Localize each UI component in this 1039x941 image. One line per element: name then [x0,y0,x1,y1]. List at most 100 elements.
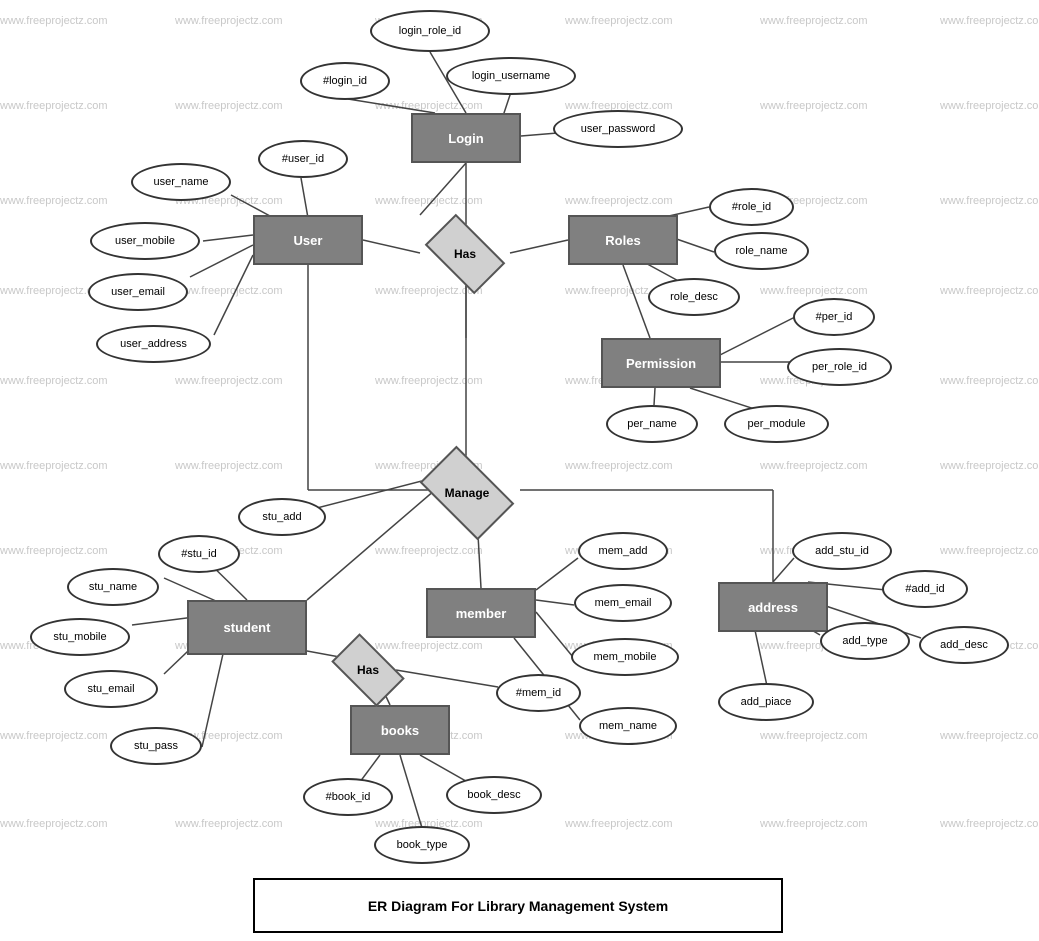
relationship-has2-label: Has [357,663,379,677]
watermark: www.freeprojectz.com [175,818,283,830]
attr-add-desc-label: add_desc [940,639,988,651]
entity-address: address [718,582,828,632]
attr-per-module-label: per_module [747,418,805,430]
watermark: www.freeprojectz.com [0,730,108,742]
attr-per-module: per_module [724,405,829,443]
attr-stu-email: stu_email [64,670,158,708]
relationship-has1-label: Has [454,247,476,261]
attr-mem-email-label: mem_email [595,597,652,609]
attr-add-type-label: add_type [842,635,887,647]
watermark: www.freeprojectz.com [940,375,1039,387]
attr-role-id: #role_id [709,188,794,226]
attr-mem-add: mem_add [578,532,668,570]
watermark: www.freeprojectz.com [565,15,673,27]
caption-box: ER Diagram For Library Management System [253,878,783,933]
watermark: www.freeprojectz.com [0,100,108,112]
entity-books-label: books [381,723,419,738]
entity-roles: Roles [568,215,678,265]
entity-student-label: student [224,620,271,635]
attr-role-name: role_name [714,232,809,270]
entity-permission-label: Permission [626,356,696,371]
relationship-manage: Manage [417,463,517,523]
attr-stu-email-label: stu_email [87,683,134,695]
watermark: www.freeprojectz.com [175,375,283,387]
watermark: www.freeprojectz.com [760,730,868,742]
attr-book-id-label: #book_id [326,791,371,803]
watermark: www.freeprojectz.com [565,818,673,830]
attr-per-role-id: per_role_id [787,348,892,386]
watermark: www.freeprojectz.com [760,460,868,472]
attr-user-name-label: user_name [153,176,208,188]
entity-user: User [253,215,363,265]
caption-text: ER Diagram For Library Management System [368,898,668,914]
watermark: www.freeprojectz.com [760,285,868,297]
watermark: www.freeprojectz.com [0,460,108,472]
attr-role-desc: role_desc [648,278,740,316]
attr-stu-add: stu_add [238,498,326,536]
entity-login-label: Login [448,131,483,146]
attr-login-role-id-label: login_role_id [399,25,461,37]
relationship-has2: Has [328,645,408,695]
attr-user-name: user_name [131,163,231,201]
watermark: www.freeprojectz.com [175,100,283,112]
attr-login-username-label: login_username [472,70,550,82]
attr-login-id: #login_id [300,62,390,100]
watermark: www.freeprojectz.com [375,545,483,557]
attr-role-name-label: role_name [736,245,788,257]
watermark: www.freeprojectz.com [940,100,1039,112]
attr-mem-email: mem_email [574,584,672,622]
watermark: www.freeprojectz.com [0,818,108,830]
watermark: www.freeprojectz.com [565,195,673,207]
attr-add-stu-id-label: add_stu_id [815,545,869,557]
attr-add-stu-id: add_stu_id [792,532,892,570]
watermark: www.freeprojectz.com [0,375,108,387]
watermark: www.freeprojectz.com [940,460,1039,472]
entity-user-label: User [294,233,323,248]
attr-add-type: add_type [820,622,910,660]
watermark: www.freeprojectz.com [940,818,1039,830]
attr-stu-mobile: stu_mobile [30,618,130,656]
attr-mem-id-label: #mem_id [516,687,561,699]
watermark: www.freeprojectz.com [175,285,283,297]
watermark: www.freeprojectz.com [940,730,1039,742]
watermark: www.freeprojectz.com [940,545,1039,557]
attr-add-desc: add_desc [919,626,1009,664]
attr-book-type: book_type [374,826,470,864]
attr-mem-name: mem_name [579,707,677,745]
attr-user-email-label: user_email [111,286,165,298]
entity-member: member [426,588,536,638]
attr-login-id-label: #login_id [323,75,367,87]
attr-user-address-label: user_address [120,338,187,350]
attr-mem-add-label: mem_add [599,545,648,557]
entity-address-label: address [748,600,798,615]
attr-mem-name-label: mem_name [599,720,657,732]
watermark: www.freeprojectz.com [940,15,1039,27]
watermark: www.freeprojectz.com [940,285,1039,297]
attr-stu-id-label: #stu_id [181,548,216,560]
attr-role-desc-label: role_desc [670,291,718,303]
attr-stu-add-label: stu_add [262,511,301,523]
watermark: www.freeprojectz.com [565,460,673,472]
attr-login-role-id: login_role_id [370,10,490,52]
attr-user-address: user_address [96,325,211,363]
attr-mem-id: #mem_id [496,674,581,712]
watermark: www.freeprojectz.com [375,375,483,387]
watermark: www.freeprojectz.com [375,195,483,207]
attr-stu-name: stu_name [67,568,159,606]
diagram-container: www.freeprojectz.com www.freeprojectz.co… [0,0,1039,941]
attr-stu-mobile-label: stu_mobile [53,631,106,643]
attr-add-place: add_piace [718,683,814,721]
entity-permission: Permission [601,338,721,388]
attr-per-id-label: #per_id [816,311,853,323]
attr-add-place-label: add_piace [741,696,792,708]
attr-user-id-label: #user_id [282,153,324,165]
attr-per-role-id-label: per_role_id [812,361,867,373]
attr-stu-name-label: stu_name [89,581,137,593]
watermark: www.freeprojectz.com [175,15,283,27]
attr-user-password: user_password [553,110,683,148]
watermark: www.freeprojectz.com [175,460,283,472]
attr-user-mobile: user_mobile [90,222,200,260]
watermark: www.freeprojectz.com [375,100,483,112]
watermark: www.freeprojectz.com [0,545,108,557]
watermark: www.freeprojectz.com [940,195,1039,207]
